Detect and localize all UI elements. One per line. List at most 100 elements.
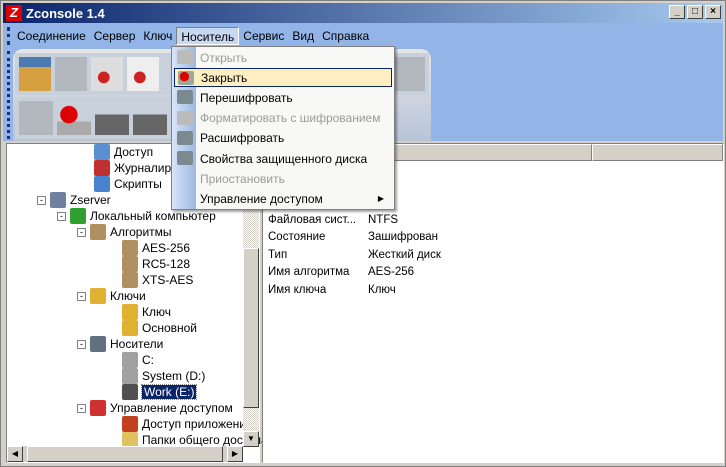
menu-view[interactable]: Вид	[288, 27, 318, 45]
scroll-left-button[interactable]: ◀	[7, 446, 23, 462]
close-drive-tool-icon[interactable]	[57, 101, 91, 135]
tree-node[interactable]: System (D:)	[122, 368, 205, 384]
column-header-extra[interactable]	[592, 144, 723, 161]
menu-service[interactable]: Сервис	[239, 27, 288, 45]
property-row[interactable]: Имя ключа Ключ	[268, 284, 396, 296]
collapse-toggle[interactable]: -	[77, 227, 86, 237]
menu-item[interactable]: Перешифровать	[174, 88, 392, 107]
menubar-grip[interactable]	[7, 27, 10, 45]
tree-node[interactable]: Доступ	[94, 144, 153, 160]
remove-user-icon[interactable]	[127, 57, 160, 91]
tree-node[interactable]: Ключ	[122, 304, 171, 320]
access-control-icon	[90, 400, 106, 416]
property-name: Тип	[268, 248, 288, 261]
close-drive-icon	[178, 71, 194, 86]
main-window: Z Zconsole 1.4 _ □ × Соединение Сервер К…	[0, 0, 726, 467]
algorithm-icon	[122, 272, 138, 288]
menu-item-label: Расшифровать	[200, 131, 285, 146]
menu-item[interactable]: Закрыть	[174, 68, 392, 88]
menu-media[interactable]: Носитель	[176, 27, 240, 45]
property-name: Файловая сист...	[268, 213, 357, 226]
tree-node[interactable]: Work (E:)	[122, 384, 198, 400]
tree-node[interactable]: RC5-128	[122, 256, 190, 272]
tree-node[interactable]: - Управление доступом	[77, 400, 233, 416]
tree-node[interactable]: XTS-AES	[122, 272, 193, 288]
tree-node-label: XTS-AES	[142, 273, 194, 287]
menu-item[interactable]: Приостановить	[174, 169, 392, 188]
reencrypt-tool-icon[interactable]	[95, 101, 129, 135]
media-icon	[90, 336, 106, 352]
tree-node-label: Основной	[142, 321, 198, 335]
property-row[interactable]: Тип Жесткий диск	[268, 249, 441, 261]
property-row[interactable]: Имя алгоритма AES-256	[268, 266, 414, 278]
menu-item[interactable]: Свойства защищенного диска	[174, 149, 392, 168]
scripts-icon	[94, 176, 110, 192]
server-key-icon[interactable]	[393, 57, 426, 91]
property-name: Имя алгоритма	[268, 266, 350, 278]
property-name: Состояние	[268, 231, 326, 243]
algorithm-icon	[122, 240, 138, 256]
hscroll-thumb[interactable]	[27, 446, 223, 462]
open-drive-icon	[177, 50, 193, 64]
tree-node[interactable]: AES-256	[122, 240, 190, 256]
property-value: NTFS	[368, 213, 399, 226]
collapse-toggle[interactable]: -	[37, 195, 46, 205]
menu-item[interactable]: Управление доступом ▶	[174, 189, 392, 208]
window-title: Zconsole 1.4	[26, 5, 105, 21]
tree-node[interactable]: C:	[122, 352, 154, 368]
tree-node[interactable]: - Ключи	[77, 288, 146, 304]
collapse-toggle[interactable]: -	[77, 339, 86, 349]
tree-node-label: Носители	[110, 337, 164, 351]
keys-icon	[90, 288, 106, 304]
menu-item[interactable]: Форматировать с шифрованием	[174, 109, 392, 128]
tree-node[interactable]: Основной	[122, 320, 197, 336]
property-value: Зашифрован	[368, 231, 438, 243]
tree-node-label: Скрипты	[114, 177, 162, 191]
tree-node[interactable]: - Zserver	[37, 192, 111, 208]
menubar: Соединение Сервер Ключ Носитель Сервис В…	[13, 27, 373, 45]
scroll-down-button[interactable]: ▼	[243, 431, 259, 447]
column-header-value[interactable]: ение	[363, 144, 592, 161]
minimize-button[interactable]: _	[669, 5, 685, 19]
scrollbar-thumb[interactable]	[243, 248, 259, 408]
tree-node-label: Управление доступом	[110, 401, 233, 415]
tree-horizontal-scrollbar[interactable]: ◀ ▶	[7, 446, 243, 462]
tree-node-label: Zserver	[70, 193, 111, 207]
tree-node-label: Ключ	[142, 305, 171, 319]
tree-node-label: Доступ приложений	[142, 417, 253, 431]
menu-item[interactable]: Расшифровать	[174, 129, 392, 148]
property-row[interactable]: Состояние Зашифрован	[268, 231, 438, 243]
menu-connection[interactable]: Соединение	[13, 27, 90, 45]
settings-tool-icon[interactable]	[19, 57, 52, 91]
tree-node-label: Work (E:)	[140, 384, 198, 400]
open-drive-tool-icon[interactable]	[19, 101, 53, 135]
disconnect-user-icon[interactable]	[91, 57, 124, 91]
tree-node[interactable]: - Носители	[77, 336, 163, 352]
property-value: Ключ	[368, 283, 396, 296]
toolbar-grip[interactable]	[7, 51, 10, 139]
menu-item[interactable]: Открыть	[174, 48, 392, 67]
journal-icon	[94, 160, 110, 176]
property-row[interactable]: Файловая сист... NTFS	[268, 214, 398, 226]
menu-item-label: Приостановить	[200, 171, 285, 186]
close-button[interactable]: ×	[705, 5, 721, 19]
menu-item-label: Закрыть	[201, 70, 248, 85]
menu-help[interactable]: Справка	[318, 27, 373, 45]
maximize-button[interactable]: □	[687, 5, 703, 19]
reencrypt-icon	[177, 90, 193, 105]
menu-key[interactable]: Ключ	[139, 27, 176, 45]
tree-node[interactable]: - Алгоритмы	[77, 224, 172, 240]
scroll-right-button[interactable]: ▶	[227, 446, 243, 462]
tree-node[interactable]: - Локальный компьютер	[57, 208, 216, 224]
server-icon	[50, 192, 66, 208]
media-dropdown-menu: Открыть Закрыть Перешифровать Форматировать…	[171, 46, 395, 210]
tree-node[interactable]: Скрипты	[94, 176, 162, 192]
key-icon	[122, 304, 138, 320]
tree-node[interactable]: Доступ приложений	[122, 416, 253, 432]
collapse-toggle[interactable]: -	[77, 291, 86, 301]
collapse-toggle[interactable]: -	[57, 211, 66, 221]
collapse-toggle[interactable]: -	[77, 403, 86, 413]
menu-server[interactable]: Сервер	[90, 27, 140, 45]
connect-server-icon[interactable]	[55, 57, 88, 91]
decrypt-tool-icon[interactable]	[133, 101, 167, 135]
